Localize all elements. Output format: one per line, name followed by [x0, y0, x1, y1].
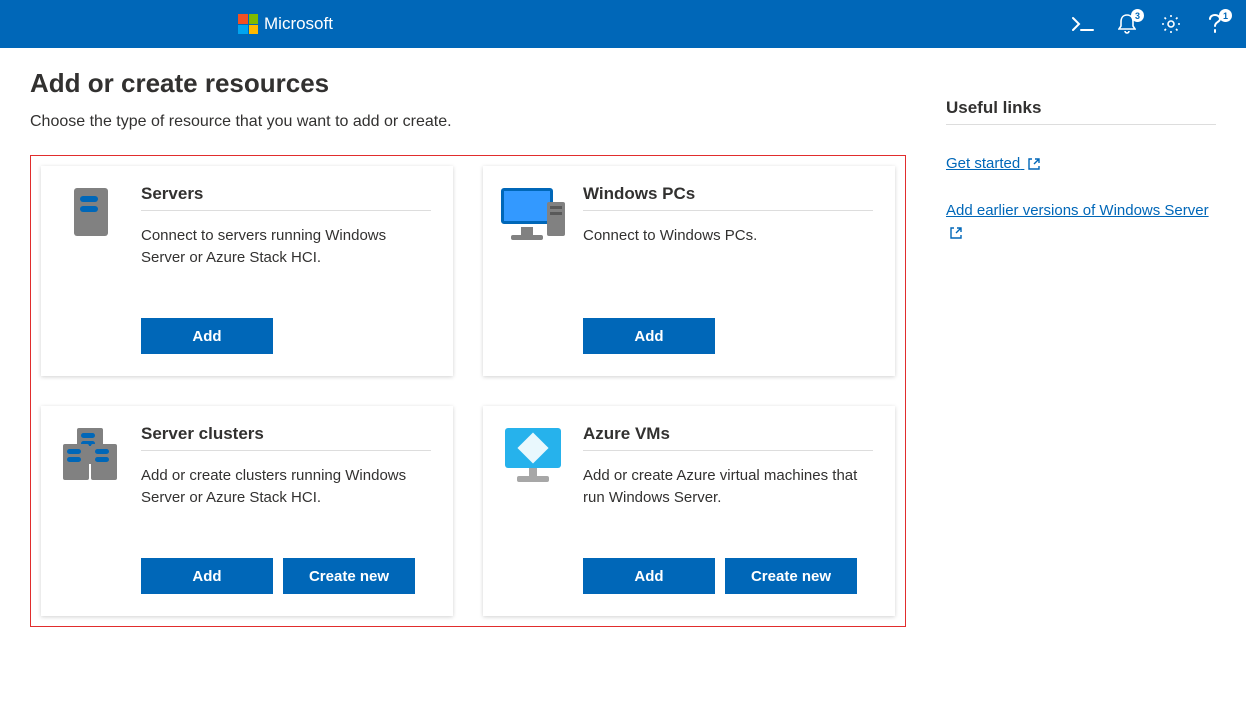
- vms-create-button[interactable]: Create new: [725, 558, 857, 594]
- useful-links-panel: Useful links Get started Add earlier ver…: [946, 68, 1216, 627]
- pcs-add-button[interactable]: Add: [583, 318, 715, 354]
- card-title: Windows PCs: [583, 184, 873, 211]
- card-desc: Connect to servers running Windows Serve…: [141, 225, 431, 302]
- card-azure-vms: Azure VMs Add or create Azure virtual ma…: [483, 406, 895, 616]
- link-text: Add earlier versions of Windows Server: [946, 202, 1209, 219]
- microsoft-logo-icon: [238, 14, 258, 34]
- microsoft-logo[interactable]: Microsoft: [238, 14, 333, 34]
- page-subtitle: Choose the type of resource that you wan…: [30, 113, 906, 131]
- notifications-icon[interactable]: 3: [1116, 13, 1138, 35]
- card-desc: Add or create clusters running Windows S…: [141, 465, 431, 542]
- clusters-add-button[interactable]: Add: [141, 558, 273, 594]
- servers-add-button[interactable]: Add: [141, 318, 273, 354]
- help-badge: 1: [1219, 9, 1232, 22]
- notifications-badge: 3: [1131, 9, 1144, 22]
- card-server-clusters: Server clusters Add or create clusters r…: [41, 406, 453, 616]
- card-desc: Connect to Windows PCs.: [583, 225, 873, 302]
- link-get-started[interactable]: Get started: [946, 153, 1216, 178]
- card-title: Servers: [141, 184, 431, 211]
- card-title: Azure VMs: [583, 424, 873, 451]
- pc-icon: [501, 184, 565, 354]
- azure-vm-icon: [501, 424, 565, 594]
- resource-cards-highlight: Servers Connect to servers running Windo…: [30, 155, 906, 627]
- useful-links-title: Useful links: [946, 98, 1216, 125]
- server-icon: [59, 184, 123, 354]
- external-link-icon: [1028, 155, 1040, 178]
- cloud-shell-icon[interactable]: [1072, 13, 1094, 35]
- vms-add-button[interactable]: Add: [583, 558, 715, 594]
- card-windows-pcs: Windows PCs Connect to Windows PCs. Add: [483, 166, 895, 376]
- microsoft-logo-text: Microsoft: [264, 14, 333, 34]
- header-actions: 3 1: [1072, 13, 1226, 35]
- card-desc: Add or create Azure virtual machines tha…: [583, 465, 873, 542]
- clusters-create-button[interactable]: Create new: [283, 558, 415, 594]
- external-link-icon: [950, 224, 962, 247]
- top-header: Microsoft 3 1: [0, 0, 1246, 48]
- cluster-icon: [59, 424, 123, 594]
- link-text: Get started: [946, 155, 1020, 172]
- card-title: Server clusters: [141, 424, 431, 451]
- help-icon[interactable]: 1: [1204, 13, 1226, 35]
- settings-icon[interactable]: [1160, 13, 1182, 35]
- card-servers: Servers Connect to servers running Windo…: [41, 166, 453, 376]
- page-title: Add or create resources: [30, 68, 906, 99]
- link-earlier-windows-server[interactable]: Add earlier versions of Windows Server: [946, 200, 1216, 247]
